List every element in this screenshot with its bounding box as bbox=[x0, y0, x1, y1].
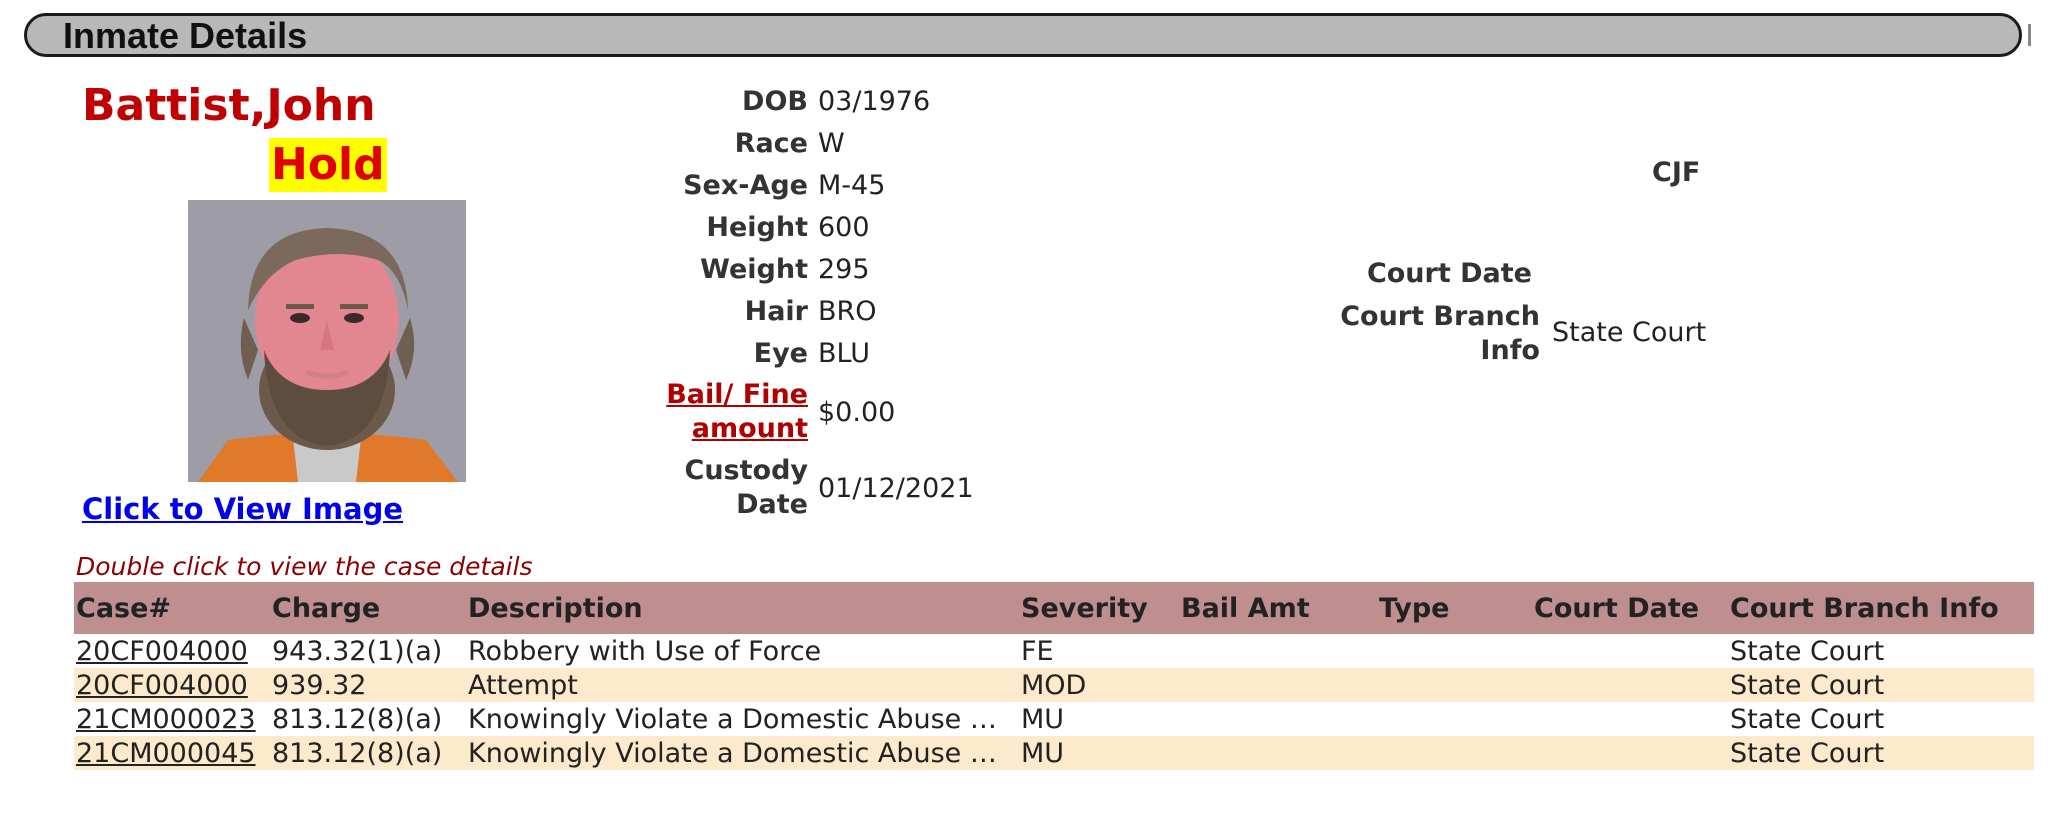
case-number-cell[interactable]: 21CM000023 bbox=[74, 702, 270, 736]
table-row[interactable]: 20CF004000 939.32 Attempt MOD State Cour… bbox=[74, 668, 2034, 702]
column-header-description[interactable]: Description bbox=[466, 582, 1019, 634]
charge-cell: 943.32(1)(a) bbox=[272, 635, 443, 667]
case-number-cell[interactable]: 20CF004000 bbox=[74, 634, 270, 668]
table-row[interactable]: 21CM000023 813.12(8)(a) Knowingly Violat… bbox=[74, 702, 2034, 736]
bail-amt-cell bbox=[1179, 702, 1377, 736]
case-number-link[interactable]: 20CF004000 bbox=[76, 636, 248, 667]
column-header-court-branch-info[interactable]: Court Branch Info bbox=[1728, 582, 2034, 634]
court-date-cell bbox=[1532, 702, 1728, 736]
severity-cell: MU bbox=[1021, 703, 1065, 735]
bail-fine-amount-link[interactable]: Bail/ Fine amount bbox=[638, 378, 808, 446]
case-number-link[interactable]: 21CM000045 bbox=[76, 738, 256, 769]
table-header-row: Case# Charge Description Severity Bail A… bbox=[74, 582, 2034, 634]
race-value: W bbox=[818, 128, 845, 159]
inmate-name: Battist,John bbox=[82, 80, 376, 131]
court-branch-cell: State Court bbox=[1730, 635, 1885, 667]
height-label: Height bbox=[706, 212, 808, 243]
column-header-court-date[interactable]: Court Date bbox=[1532, 582, 1728, 634]
type-cell bbox=[1377, 668, 1532, 702]
bail-amt-cell bbox=[1179, 634, 1377, 668]
custody-date-value: 01/12/2021 bbox=[818, 473, 974, 504]
column-header-type[interactable]: Type bbox=[1377, 582, 1532, 634]
dob-label: DOB bbox=[742, 86, 808, 117]
bail-amt-cell bbox=[1179, 736, 1377, 770]
description-cell: Attempt bbox=[466, 668, 1019, 702]
court-branch-info-value: State Court bbox=[1552, 317, 1707, 348]
eye-value: BLU bbox=[818, 338, 870, 369]
section-title: Inmate Details bbox=[63, 15, 308, 56]
eye-label: Eye bbox=[753, 338, 808, 369]
table-row[interactable]: 21CM000045 813.12(8)(a) Knowingly Violat… bbox=[74, 736, 2034, 770]
severity-cell: MU bbox=[1019, 736, 1179, 770]
sex-age-value: M-45 bbox=[818, 170, 886, 201]
court-branch-cell: State Court bbox=[1728, 668, 2034, 702]
header-divider bbox=[2028, 24, 2031, 46]
inmate-photo[interactable] bbox=[188, 200, 466, 482]
view-image-link[interactable]: Click to View Image bbox=[82, 492, 403, 526]
charge-cell: 813.12(8)(a) bbox=[270, 736, 466, 770]
dob-value: 03/1976 bbox=[818, 86, 931, 117]
type-cell bbox=[1377, 634, 1532, 668]
hair-value: BRO bbox=[818, 296, 877, 327]
mugshot-image bbox=[188, 200, 466, 482]
court-date-cell bbox=[1532, 668, 1728, 702]
court-branch-info-label: Court Branch Info bbox=[1340, 301, 1540, 366]
bail-fine-amount-value: $0.00 bbox=[818, 397, 896, 428]
case-number-link[interactable]: 21CM000023 bbox=[76, 704, 256, 735]
table-row[interactable]: 20CF004000 943.32(1)(a) Robbery with Use… bbox=[74, 634, 2034, 668]
court-date-label: Court Date bbox=[1366, 258, 1532, 289]
severity-cell: MOD bbox=[1019, 668, 1179, 702]
column-header-bail-amt[interactable]: Bail Amt bbox=[1179, 582, 1377, 634]
type-cell bbox=[1377, 736, 1532, 770]
bail-amt-cell bbox=[1179, 668, 1377, 702]
case-number-link[interactable]: 20CF004000 bbox=[76, 670, 248, 701]
section-header-bar: Inmate Details bbox=[24, 13, 2022, 57]
facility-label: CJF bbox=[1652, 157, 1701, 188]
case-details-hint: Double click to view the case details bbox=[76, 552, 533, 581]
severity-cell: FE bbox=[1021, 635, 1054, 667]
weight-label: Weight bbox=[700, 254, 808, 285]
custody-date-label: Custody Date bbox=[684, 455, 809, 520]
description-cell: Knowingly Violate a Domestic Abuse … bbox=[468, 703, 997, 735]
court-branch-cell: State Court bbox=[1728, 736, 2034, 770]
cases-table: Case# Charge Description Severity Bail A… bbox=[74, 582, 2034, 770]
column-header-case[interactable]: Case# bbox=[74, 582, 270, 634]
court-branch-cell: State Court bbox=[1730, 703, 1885, 735]
hair-label: Hair bbox=[744, 296, 808, 327]
case-number-cell[interactable]: 21CM000045 bbox=[74, 736, 270, 770]
type-cell bbox=[1377, 702, 1532, 736]
description-cell: Robbery with Use of Force bbox=[468, 635, 822, 667]
description-cell: Knowingly Violate a Domestic Abuse … bbox=[466, 736, 1019, 770]
charge-cell: 813.12(8)(a) bbox=[272, 703, 443, 735]
sex-age-label: Sex-Age bbox=[683, 170, 808, 201]
weight-value: 295 bbox=[818, 254, 870, 285]
status-badge: Hold bbox=[269, 138, 387, 192]
column-header-charge[interactable]: Charge bbox=[270, 582, 466, 634]
court-date-cell bbox=[1532, 736, 1728, 770]
race-label: Race bbox=[734, 128, 808, 159]
inmate-details-page: Inmate Details Battist,John Hold Click t… bbox=[0, 0, 2054, 824]
charge-cell: 939.32 bbox=[270, 668, 466, 702]
column-header-severity[interactable]: Severity bbox=[1019, 582, 1179, 634]
height-value: 600 bbox=[818, 212, 870, 243]
court-date-cell bbox=[1532, 634, 1728, 668]
case-number-cell[interactable]: 20CF004000 bbox=[74, 668, 270, 702]
